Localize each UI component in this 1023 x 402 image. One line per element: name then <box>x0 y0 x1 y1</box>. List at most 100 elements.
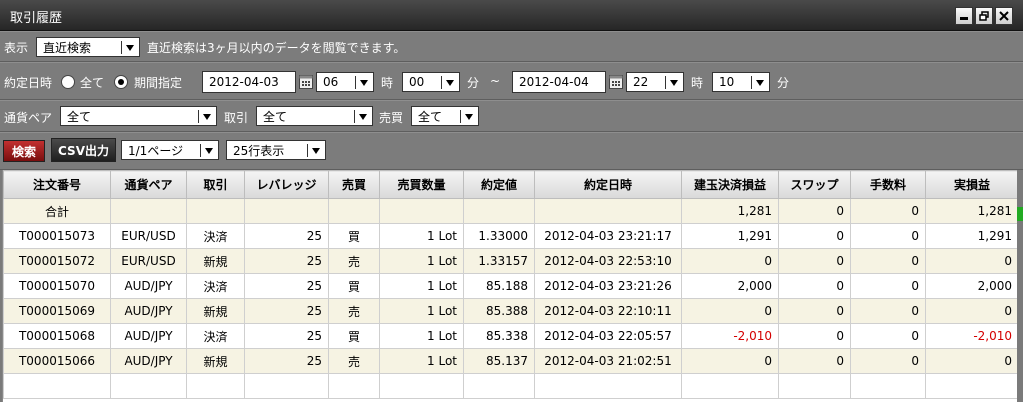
side-cell: 買 <box>328 273 380 299</box>
radio-all[interactable] <box>61 75 75 89</box>
table-row[interactable]: T000015066 AUD/JPY 新規 25 売 1 Lot 85.137 … <box>3 348 1017 374</box>
table-cell <box>463 198 535 224</box>
swap-cell: 0 <box>778 273 851 299</box>
col-exec-price[interactable]: 約定値 <box>463 170 535 199</box>
col-fee[interactable]: 手数料 <box>850 170 926 199</box>
table-row[interactable]: T000015072 EUR/USD 新規 25 売 1 Lot 1.33157… <box>3 248 1017 274</box>
restore-button[interactable] <box>975 7 993 25</box>
table-row[interactable]: T000015068 AUD/JPY 決済 25 買 1 Lot 85.338 … <box>3 323 1017 349</box>
chevron-down-icon <box>359 114 367 120</box>
window-title: 取引履歴 <box>10 11 63 26</box>
display-select[interactable]: 直近検索 <box>36 37 140 57</box>
col-swap[interactable]: スワップ <box>778 170 851 199</box>
minimize-icon <box>960 17 968 20</box>
empty-row <box>3 373 1017 399</box>
title-bar[interactable]: 取引履歴 <box>0 0 1023 31</box>
table-cell <box>186 198 245 224</box>
realized-pl-cell: -2,010 <box>925 323 1017 349</box>
total-realized-pl: 1,281 <box>925 198 1017 224</box>
table-cell <box>463 373 535 399</box>
chevron-down-icon <box>203 114 211 120</box>
pair-cell: AUD/JPY <box>110 323 187 349</box>
total-fee: 0 <box>850 198 926 224</box>
col-side[interactable]: 売買 <box>328 170 380 199</box>
exec-price-cell: 85.188 <box>463 273 535 299</box>
rows-per-page-value: 25行表示 <box>233 143 285 158</box>
fee-cell: 0 <box>850 248 926 274</box>
pair-cell: AUD/JPY <box>110 348 187 374</box>
table-cell <box>3 373 111 399</box>
col-quantity[interactable]: 売買数量 <box>379 170 464 199</box>
side-cell: 売 <box>328 298 380 324</box>
col-order-no[interactable]: 注文番号 <box>3 170 111 199</box>
fee-cell: 0 <box>850 323 926 349</box>
search-button[interactable]: 検索 <box>3 140 45 162</box>
order-no-cell: T000015073 <box>3 223 111 249</box>
pair-cell: EUR/USD <box>110 223 187 249</box>
close-button[interactable] <box>995 7 1013 25</box>
display-select-value: 直近検索 <box>43 40 92 55</box>
csv-export-button[interactable]: CSV出力 <box>51 138 116 162</box>
trade-cell: 決済 <box>186 323 245 349</box>
col-settlement-pl[interactable]: 建玉決済損益 <box>681 170 779 199</box>
side-select[interactable]: 全て <box>411 106 479 126</box>
exec-price-cell: 85.338 <box>463 323 535 349</box>
table-cell <box>328 373 380 399</box>
calendar-icon[interactable] <box>299 75 313 89</box>
chevron-down-icon <box>126 45 134 51</box>
order-no-cell: T000015066 <box>3 348 111 374</box>
side-cell: 売 <box>328 248 380 274</box>
table-cell <box>379 373 464 399</box>
exec-price-cell: 1.33157 <box>463 248 535 274</box>
exec-datetime-cell: 2012-04-03 21:02:51 <box>534 348 682 374</box>
table-row[interactable]: T000015070 AUD/JPY 決済 25 買 1 Lot 85.188 … <box>3 273 1017 299</box>
pair-cell: EUR/USD <box>110 248 187 274</box>
col-pair[interactable]: 通貨ペア <box>110 170 187 199</box>
trade-select-value: 全て <box>263 109 288 124</box>
swap-cell: 0 <box>778 223 851 249</box>
leverage-cell: 25 <box>244 323 329 349</box>
calendar-icon[interactable] <box>609 75 623 89</box>
table-cell <box>186 373 245 399</box>
from-hour-select[interactable]: 06 <box>316 72 374 92</box>
from-hour-value: 06 <box>323 75 339 89</box>
swap-cell: 0 <box>778 298 851 324</box>
table-cell <box>681 373 779 399</box>
to-hour-value: 22 <box>633 75 649 89</box>
settlement-pl-cell: 1,291 <box>681 223 779 249</box>
settlement-pl-cell: 0 <box>681 348 779 374</box>
to-date-input[interactable]: 2012-04-04 <box>512 71 606 93</box>
from-minute-select[interactable]: 00 <box>402 72 460 92</box>
side-cell: 売 <box>328 348 380 374</box>
quantity-cell: 1 Lot <box>379 248 464 274</box>
trade-history-window: 取引履歴 表示 直近検索 直近検索は3ヶ月以内のデータを閲覧できます。 約定日時… <box>0 0 1023 402</box>
realized-pl-cell: 0 <box>925 348 1017 374</box>
chevron-down-icon <box>465 114 473 120</box>
table-row[interactable]: T000015069 AUD/JPY 新規 25 売 1 Lot 85.388 … <box>3 298 1017 324</box>
from-date-input[interactable]: 2012-04-03 <box>202 71 296 93</box>
page-select[interactable]: 1/1ページ <box>121 140 219 160</box>
leverage-cell: 25 <box>244 223 329 249</box>
col-realized-pl[interactable]: 実損益 <box>925 170 1017 199</box>
order-no-cell: T000015072 <box>3 248 111 274</box>
quantity-cell: 1 Lot <box>379 348 464 374</box>
minimize-button[interactable] <box>955 7 973 25</box>
to-hour-select[interactable]: 22 <box>626 72 684 92</box>
quantity-cell: 1 Lot <box>379 223 464 249</box>
close-icon <box>999 11 1009 21</box>
side-cell: 買 <box>328 323 380 349</box>
col-exec-datetime[interactable]: 約定日時 <box>534 170 682 199</box>
to-minute-select[interactable]: 10 <box>712 72 770 92</box>
fee-cell: 0 <box>850 298 926 324</box>
col-trade[interactable]: 取引 <box>186 170 245 199</box>
table-row[interactable]: T000015073 EUR/USD 決済 25 買 1 Lot 1.33000… <box>3 223 1017 249</box>
radio-period[interactable] <box>114 75 128 89</box>
minute-unit-label: 分 <box>777 76 790 90</box>
pair-cell: AUD/JPY <box>110 273 187 299</box>
col-leverage[interactable]: レバレッジ <box>244 170 329 199</box>
trade-select[interactable]: 全て <box>256 106 373 126</box>
hour-unit-label: 時 <box>381 76 394 90</box>
rows-per-page-select[interactable]: 25行表示 <box>226 140 326 160</box>
hour-unit-label: 時 <box>691 76 704 90</box>
pair-select[interactable]: 全て <box>60 106 217 126</box>
